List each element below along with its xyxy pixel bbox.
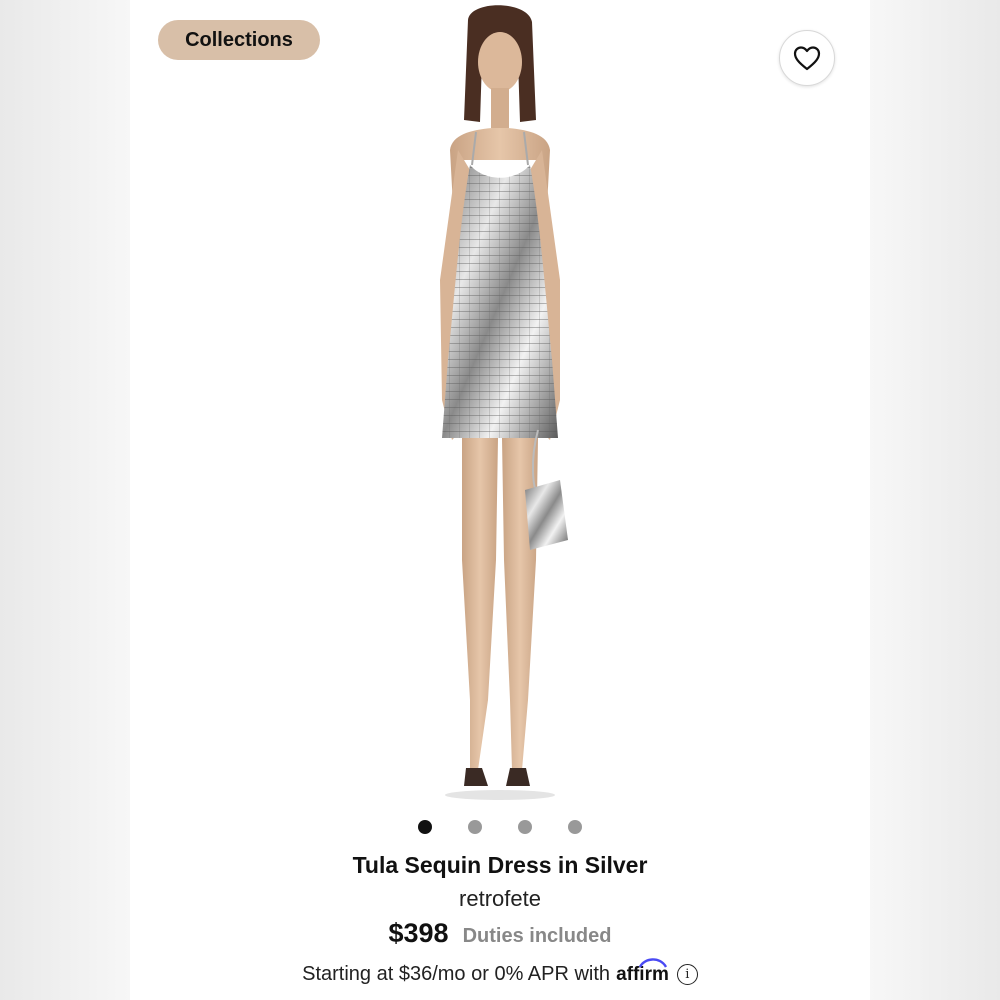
product-brand[interactable]: retrofete xyxy=(130,886,870,912)
pagination-dot[interactable] xyxy=(418,820,432,834)
affirm-logo: affirm xyxy=(616,958,669,986)
product-card: Collections Tula Sequin Dress in Silver … xyxy=(130,0,870,1000)
pagination-dot[interactable] xyxy=(568,820,582,834)
image-pagination xyxy=(130,820,870,836)
duties-note: Duties included xyxy=(462,925,612,947)
pagination-dot[interactable] xyxy=(468,820,482,834)
product-title: Tula Sequin Dress in Silver xyxy=(352,852,648,878)
pagination-dot[interactable] xyxy=(518,820,532,834)
financing-row: Starting at $36/mo or 0% APR with affirm… xyxy=(130,958,870,986)
financing-text: Starting at $36/mo or 0% APR with xyxy=(302,962,611,985)
favorite-button[interactable] xyxy=(779,30,835,86)
left-backdrop xyxy=(0,0,130,1000)
product-price: $398 xyxy=(388,918,449,948)
right-backdrop xyxy=(870,0,1000,1000)
price-row: $398 Duties included xyxy=(130,918,870,949)
product-image[interactable] xyxy=(370,0,630,810)
affirm-arc-icon xyxy=(638,958,668,968)
heart-icon xyxy=(793,46,821,71)
collections-button[interactable]: Collections xyxy=(158,20,320,60)
info-icon[interactable]: i xyxy=(676,963,698,985)
